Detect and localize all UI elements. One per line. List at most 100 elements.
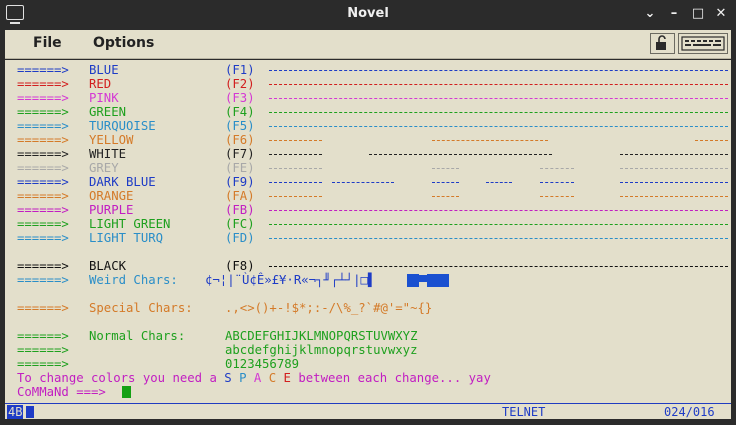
uppercase-chars: ABCDEFGHIJKLMNOPQRSTUVWXYZ bbox=[225, 329, 418, 343]
color-sample-line bbox=[695, 140, 728, 141]
color-row: ======> PINK (F3) bbox=[17, 91, 255, 105]
menu-options[interactable]: Options bbox=[93, 35, 154, 51]
color-sample-line bbox=[269, 112, 728, 113]
status-mode: TELNET bbox=[502, 405, 546, 419]
window-bottom-border bbox=[0, 419, 736, 425]
special-chars-row: ======> Special Chars: .,<>()+-!$*;:-/\%_?… bbox=[17, 301, 432, 315]
color-row: ======> ORANGE (FA) bbox=[17, 189, 255, 203]
space-letter-c: C bbox=[268, 371, 277, 385]
lowercase-chars: abcdefghijklmnopqrstuvwxyz bbox=[225, 343, 418, 357]
function-key: (F4) bbox=[225, 105, 255, 119]
color-sample-line bbox=[269, 210, 728, 211]
special-chars: .,<>()+-!$*;:-/\%_?`#@'="~{} bbox=[225, 301, 433, 315]
black-color-row: ======> BLACK (F8) bbox=[17, 259, 255, 273]
cursor-position: 024/016 bbox=[664, 405, 715, 419]
row-arrow: ======> bbox=[17, 175, 69, 189]
color-row: ======> RED (F2) bbox=[17, 77, 255, 91]
color-sample-line bbox=[620, 154, 728, 155]
message-text: To change colors you need a bbox=[17, 371, 225, 385]
row-arrow: ======> bbox=[17, 133, 69, 147]
color-sample-line bbox=[269, 140, 322, 141]
weird-chars-row: ======> Weird Chars: ¢¬¦|¨Ù¢Ê»£¥·R«¬┐╜┌┴┘|… bbox=[17, 273, 449, 287]
normal-chars-row: ======> abcdefghijklmnopqrstuvwxyz bbox=[17, 343, 418, 357]
close-icon[interactable]: ✕ bbox=[713, 6, 729, 22]
color-name: RED bbox=[89, 77, 112, 91]
weird-chars: ¢¬¦|¨Ù¢Ê»£¥·R«¬┐╜┌┴┘|□▌ bbox=[205, 273, 376, 287]
terminal-window: Novel ⌄ – □ ✕ File Options ======> BLUE (F bbox=[0, 0, 736, 425]
color-row: ======> TURQUOISE (F5) bbox=[17, 119, 255, 133]
color-row: ======> GREEN (F4) bbox=[17, 105, 255, 119]
menu-file[interactable]: File bbox=[33, 35, 62, 51]
function-key: (F9) bbox=[225, 175, 255, 189]
color-sample-line bbox=[269, 98, 728, 99]
color-sample-line bbox=[620, 168, 728, 169]
collapse-icon[interactable]: ⌄ bbox=[642, 6, 658, 22]
color-row: ======> DARK BLUE (F9) bbox=[17, 175, 255, 189]
color-sample-line bbox=[269, 196, 322, 197]
color-sample-line bbox=[269, 224, 728, 225]
function-key: (F6) bbox=[225, 133, 255, 147]
color-sample-line bbox=[369, 154, 552, 155]
function-key: (F7) bbox=[225, 147, 255, 161]
row-arrow: ======> bbox=[17, 343, 69, 357]
space-letter-s: S bbox=[224, 371, 232, 385]
color-name: ORANGE bbox=[89, 189, 134, 203]
color-row: ======> PURPLE (FB) bbox=[17, 203, 255, 217]
terminal-screen[interactable]: ======> BLUE (F1) ======> RED (F2) ======> PINK… bbox=[5, 60, 731, 404]
row-arrow: ======> bbox=[17, 105, 69, 119]
color-sample-line bbox=[269, 154, 322, 155]
window-title: Novel bbox=[347, 6, 389, 21]
function-key: (F8) bbox=[225, 259, 255, 273]
maximize-icon[interactable]: □ bbox=[690, 6, 706, 22]
color-name: YELLOW bbox=[89, 133, 134, 147]
instruction-message: To change colors you need a S P A C E be… bbox=[17, 371, 491, 385]
color-row: ======> WHITE (F7) bbox=[17, 147, 255, 161]
status-indicator: 4B bbox=[7, 405, 24, 419]
row-arrow: ======> bbox=[17, 77, 69, 91]
color-sample-line bbox=[540, 182, 574, 183]
terminal-cursor[interactable] bbox=[121, 386, 131, 398]
color-row: ======> BLUE (F1) bbox=[17, 63, 255, 77]
command-line: CoMMaNd ===> bbox=[17, 385, 131, 399]
digit-chars: 0123456789 bbox=[225, 357, 300, 371]
color-sample-line bbox=[432, 140, 548, 141]
function-key: (F3) bbox=[225, 91, 255, 105]
row-arrow: ======> bbox=[17, 231, 69, 245]
weird-chars-label: Weird Chars: bbox=[89, 273, 178, 287]
color-name: PURPLE bbox=[89, 203, 134, 217]
row-arrow: ======> bbox=[17, 273, 69, 287]
color-name: BLUE bbox=[89, 63, 119, 77]
space-letter-p: P bbox=[239, 371, 247, 385]
color-name: DARK BLUE bbox=[89, 175, 156, 189]
function-key: (F1) bbox=[225, 63, 255, 77]
lock-icon[interactable] bbox=[650, 33, 675, 54]
function-key: (FA) bbox=[225, 189, 255, 203]
space-letter-a: A bbox=[253, 371, 262, 385]
normal-chars-row: ======> Normal Chars: ABCDEFGHIJKLMNOPQRST… bbox=[17, 329, 418, 343]
color-sample-line bbox=[269, 84, 728, 85]
minimize-icon[interactable]: – bbox=[666, 6, 682, 22]
color-sample-line bbox=[432, 168, 459, 169]
function-key: (FB) bbox=[225, 203, 255, 217]
message-text: between each change... yay bbox=[290, 371, 491, 385]
row-arrow: ======> bbox=[17, 63, 69, 77]
color-sample-line bbox=[432, 196, 459, 197]
color-name: LIGHT GREEN bbox=[89, 217, 171, 231]
row-arrow: ======> bbox=[17, 189, 69, 203]
function-key: (F2) bbox=[225, 77, 255, 91]
title-bar: Novel ⌄ – □ ✕ bbox=[0, 0, 736, 30]
function-key: (FE) bbox=[225, 161, 255, 175]
color-row: ======> YELLOW (F6) bbox=[17, 133, 255, 147]
color-sample-line bbox=[540, 168, 574, 169]
space-letter-e: E bbox=[283, 371, 291, 385]
keyboard-icon[interactable] bbox=[678, 33, 728, 54]
row-arrow: ======> bbox=[17, 161, 69, 175]
menu-bar: File Options bbox=[5, 30, 731, 59]
color-name: GREEN bbox=[89, 105, 127, 119]
row-arrow: ======> bbox=[17, 203, 69, 217]
color-name: WHITE bbox=[89, 147, 127, 161]
normal-chars-label: Normal Chars: bbox=[89, 329, 186, 343]
color-sample-line bbox=[332, 182, 394, 183]
color-row: ======> GREY (FE) bbox=[17, 161, 255, 175]
color-sample-line bbox=[269, 266, 728, 267]
